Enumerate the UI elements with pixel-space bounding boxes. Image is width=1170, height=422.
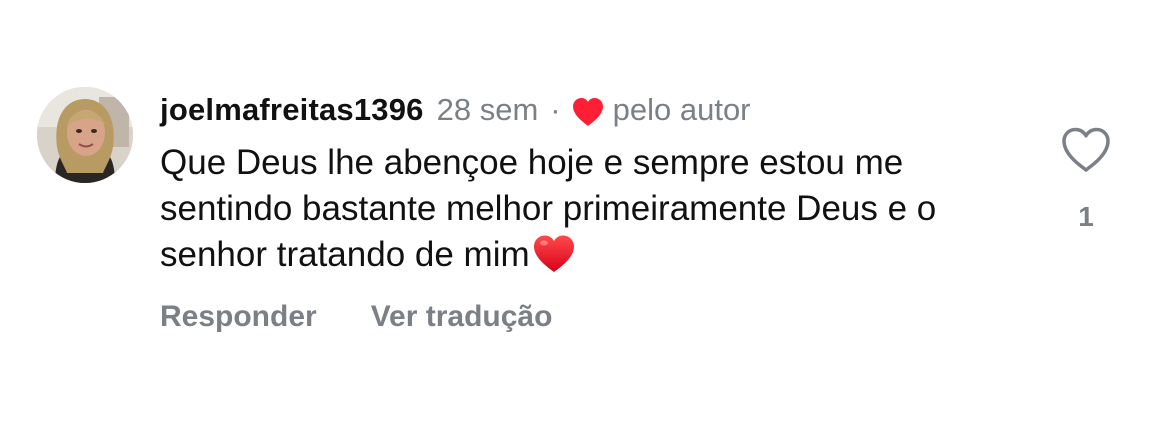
separator-dot: · <box>550 92 561 127</box>
see-translation-button[interactable]: Ver tradução <box>371 300 553 334</box>
red-heart-emoji-icon <box>532 234 576 274</box>
heart-icon <box>571 97 605 127</box>
comment-timestamp: 28 sem <box>436 92 539 127</box>
heart-outline-icon[interactable] <box>1060 126 1112 174</box>
username-link[interactable]: joelmafreitas1396 <box>160 92 424 128</box>
comment-actions: Responder Ver tradução <box>160 300 552 334</box>
comment-header: joelmafreitas1396 28 sem · pelo autor <box>160 88 751 132</box>
like-count: 1 <box>1078 201 1094 232</box>
avatar-photo <box>37 87 133 183</box>
avatar[interactable] <box>37 87 133 183</box>
comment-text: Que Deus lhe abençoe hoje e sempre estou… <box>160 140 1040 278</box>
liked-by-author-label: pelo autor <box>612 92 751 127</box>
reply-button[interactable]: Responder <box>160 300 317 334</box>
